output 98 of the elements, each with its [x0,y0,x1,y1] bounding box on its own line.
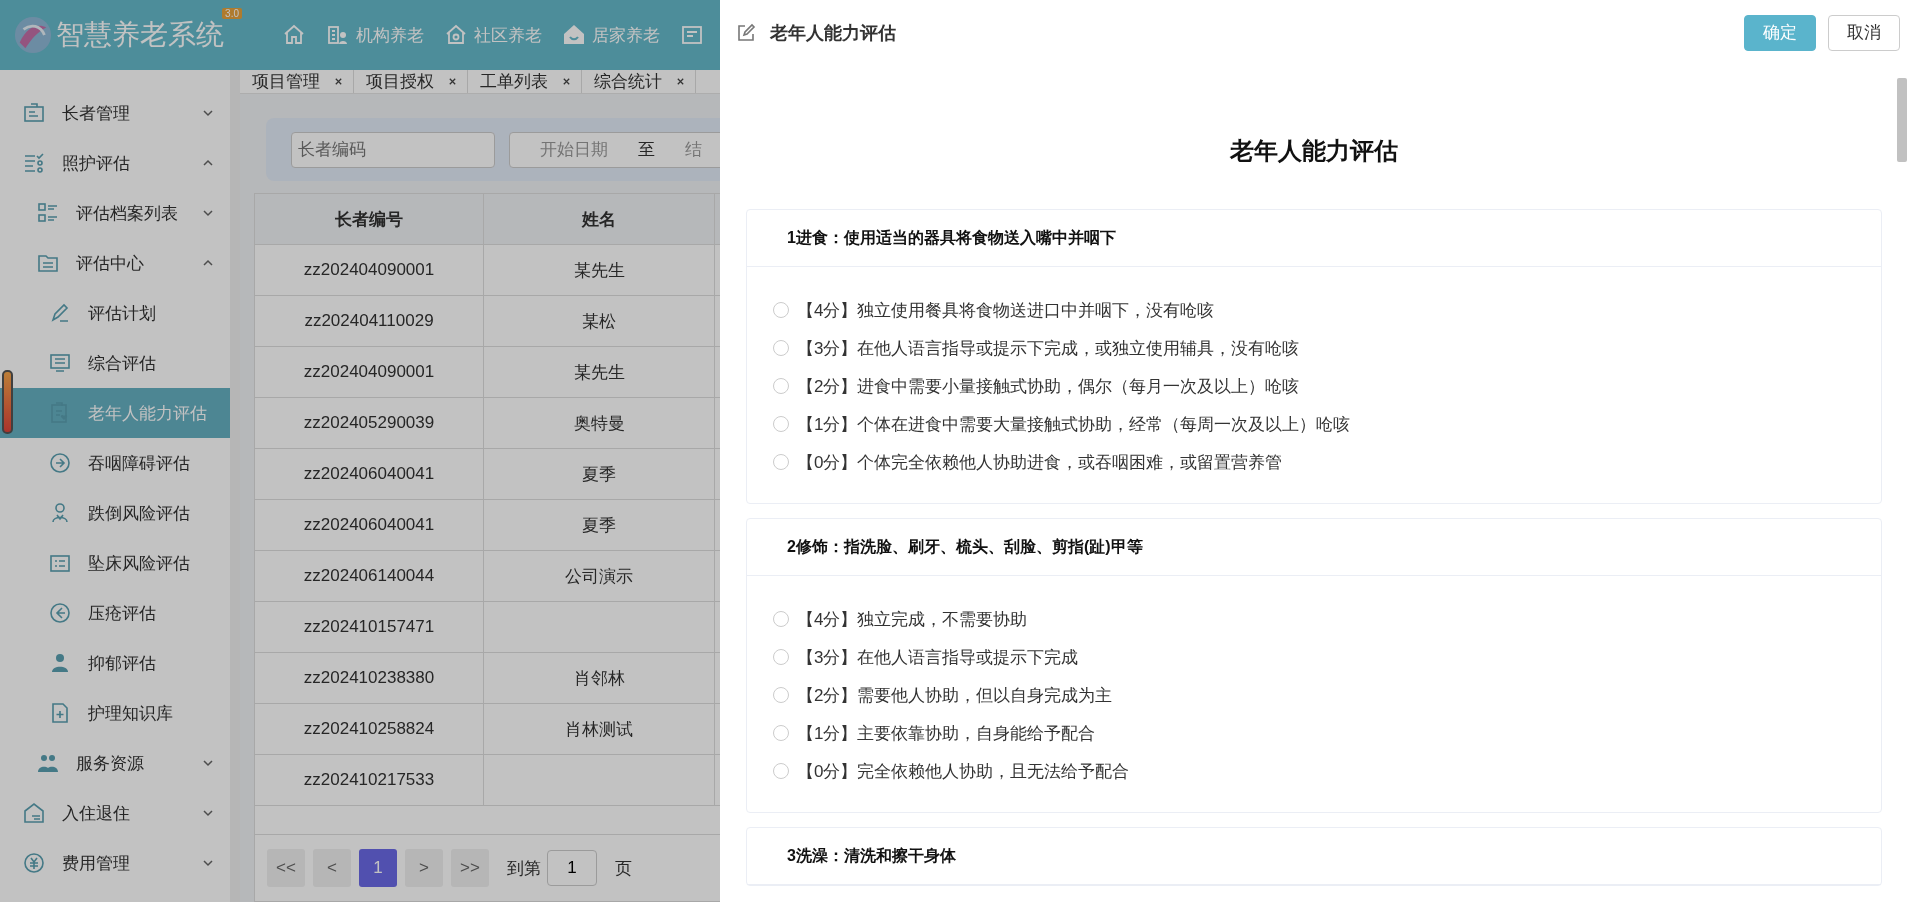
sidebar-item[interactable]: 吞咽障碍评估 [0,438,230,488]
table-cell: 夏季 [484,449,715,499]
option-label[interactable]: 【0分】个体完全依赖他人协助进食，或吞咽困难，或留置营养管 [797,450,1283,474]
previous-page-button[interactable]: < [313,849,351,887]
table-cell: 肖林测试 [484,704,715,754]
option-label[interactable]: 【4分】独立使用餐具将食物送进口中并咽下，没有呛咳 [797,298,1215,322]
yen-icon [22,851,46,875]
house-icon [562,23,586,47]
tab[interactable]: 工单列表 [468,70,582,93]
close-icon [676,77,685,86]
arrow-circle-icon [48,451,72,475]
page-number-field[interactable]: 1 [547,850,597,886]
option-label[interactable]: 【3分】在他人语言指导或提示下完成，或独立使用辅具，没有呛咳 [797,336,1300,360]
table-cell: zz202404090001 [255,347,484,397]
code-field[interactable]: 长者编码 [291,131,495,168]
sidebar-item[interactable]: 长者管理 [0,88,230,138]
chevron-icon [202,857,214,869]
option-label[interactable]: 【1分】主要依靠协助，自身能给予配合 [797,721,1096,745]
next-page-button[interactable]: > [405,849,443,887]
sidebar-item[interactable]: 护理知识库 [0,688,230,738]
sidebar-item[interactable]: 服务资源 [0,738,230,788]
sidebar-item[interactable]: 抑郁评估 [0,638,230,688]
tab[interactable]: 综合统计 [582,70,696,93]
sidebar-item[interactable]: 跌倒风险评估 [0,488,230,538]
home-button[interactable] [282,23,306,47]
first-page-button[interactable]: << [267,849,305,887]
option-label[interactable]: 【4分】独立完成，不需要协助 [797,607,1028,631]
table-cell: zz202406040041 [255,449,484,499]
last-page-button[interactable]: >> [451,849,489,887]
chevron-icon [202,807,214,819]
question-title: 2修饰：指洗脸、刷牙、梳头、刮脸、剪指(趾)甲等 [747,519,1881,576]
table-cell: zz202410217533 [255,755,484,805]
table-cell: zz202410238380 [255,653,484,703]
sidebar-item[interactable]: 照护评估 [0,138,230,188]
scrollbar[interactable] [1897,78,1907,162]
app-title: 智慧养老系统 [56,18,224,52]
drawer-title: 老年人能力评估 [770,21,896,45]
side-handle[interactable] [2,370,13,434]
nav-link[interactable] [680,23,704,47]
sidebar-item[interactable]: 费用管理 [0,838,230,888]
sidebar-item[interactable]: 坠床风险评估 [0,538,230,588]
page-suffix: 页 [615,857,632,880]
option-label[interactable]: 【2分】进食中需要小量接触式协助，偶尔（每月一次及以上）呛咳 [797,374,1300,398]
table-cell: zz202406140044 [255,551,484,601]
column-header: 姓名 [484,194,715,244]
range-separator: 至 [638,139,655,161]
table-cell: 奥特曼 [484,398,715,448]
chevron-icon [202,107,214,119]
checklist-icon [22,151,46,175]
close-icon [562,77,571,86]
table-cell: zz202406040041 [255,500,484,550]
sidebar-item[interactable]: 评估档案列表 [0,188,230,238]
version-badge: 3.0 [222,8,242,19]
sidebar-item[interactable]: 评估计划 [0,288,230,338]
chevron-icon [202,207,214,219]
option-label[interactable]: 【2分】需要他人协助，但以自身完成为主 [797,683,1113,707]
table-cell: zz202410258824 [255,704,484,754]
column-header: 长者编号 [255,194,484,244]
sidebar-item[interactable]: 入住退住 [0,788,230,838]
building-icon [326,23,350,47]
monitor-icon [48,351,72,375]
table-cell: 夏季 [484,500,715,550]
edit-icon [736,22,756,43]
table-cell: 某松 [484,296,715,346]
house-icon [22,801,46,825]
id-card-icon [22,101,46,125]
page-button[interactable]: 1 [359,849,397,887]
table-cell: zz202410157471 [255,602,484,652]
form-title: 老年人能力评估 [1229,136,1399,166]
logo-icon [14,16,52,54]
house-icon [444,23,468,47]
arrow-circle-icon [48,601,72,625]
question-title: 1进食：使用适当的器具将食物送入嘴中并咽下 [747,210,1881,267]
sidebar-item[interactable]: 压疮评估 [0,588,230,638]
start-date-placeholder: 开始日期 [540,139,608,161]
tab[interactable]: 项目授权 [354,70,468,93]
option-label[interactable]: 【0分】完全依赖他人协助，且无法给予配合 [797,759,1130,783]
table-cell: 某先生 [484,245,715,295]
document-icon [680,23,704,47]
close-icon [334,77,343,86]
chevron-icon [202,757,214,769]
close-icon [448,77,457,86]
tab[interactable]: 项目管理 [240,70,354,93]
table-cell: zz202404110029 [255,296,484,346]
table-cell: zz202404090001 [255,245,484,295]
home-icon [282,23,306,47]
option-label[interactable]: 【1分】个体在进食中需要大量接触式协助，经常（每周一次及以上）呛咳 [797,412,1351,436]
table-cell: 某先生 [484,347,715,397]
table-cell: zz202405290039 [255,398,484,448]
cancel-button[interactable]: 取消 [1828,14,1900,51]
sidebar-item[interactable]: 评估中心 [0,238,230,288]
table-cell: 肖邻林 [484,653,715,703]
goto-label: 到第 [507,857,541,880]
end-date-placeholder: 结 [685,139,702,161]
question-title: 3洗澡：清洗和擦干身体 [747,828,1881,885]
option-label[interactable]: 【3分】在他人语言指导或提示下完成 [797,645,1079,669]
table-cell: 公司演示 [484,551,715,601]
list-icon [36,201,60,225]
